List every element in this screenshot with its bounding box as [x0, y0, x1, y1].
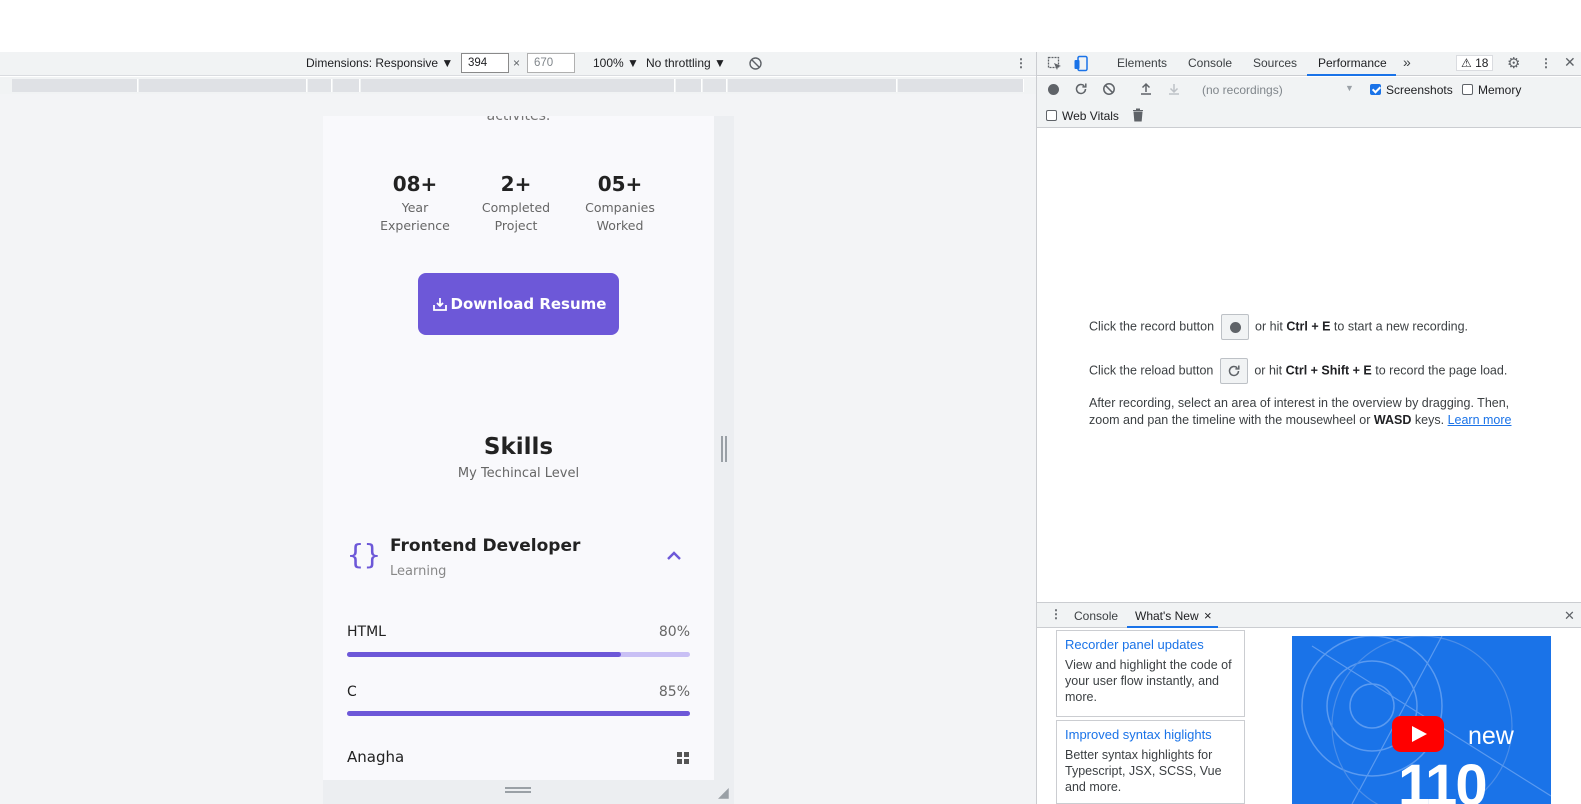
active-tab-indicator [1307, 74, 1396, 76]
stat-label: Worked [596, 218, 644, 233]
tab-performance[interactable]: Performance [1318, 56, 1387, 70]
drawer-active-indicator [1127, 626, 1218, 628]
skill-progress-bar [347, 711, 690, 716]
video-caption-new: new [1468, 722, 1514, 750]
resize-grip-horizontal[interactable] [505, 787, 531, 793]
dimensions-dropdown[interactable]: Dimensions: Responsive ▼ [306, 56, 453, 70]
stat-number: 05+ [597, 172, 643, 196]
skills-title: Skills [483, 434, 554, 460]
stat-experience: 08+ Year Experience [365, 172, 465, 235]
device-toggle-icon[interactable] [1073, 55, 1089, 72]
stat-label: Experience [380, 218, 450, 233]
card-description: View and highlight the code of your user… [1065, 658, 1232, 704]
height-input[interactable] [527, 53, 575, 73]
braces-icon: {} [347, 538, 381, 571]
more-options-icon[interactable]: ⋮ [1015, 56, 1027, 70]
whats-new-video-thumbnail[interactable]: new 110 [1292, 636, 1551, 804]
skill-percent: 85% [658, 684, 690, 700]
chevron-up-icon[interactable] [665, 549, 683, 563]
card-title[interactable]: Improved syntax higlights [1065, 727, 1236, 742]
skill-progress-fill [347, 711, 690, 716]
skill-name: C [347, 684, 357, 700]
screenshots-label: Screenshots [1386, 83, 1453, 97]
skill-percent: 80% [658, 624, 690, 640]
skill-name: HTML [347, 624, 386, 640]
menu-grid-icon[interactable] [677, 752, 689, 764]
memory-checkbox[interactable]: Memory [1462, 83, 1521, 97]
settings-gear-icon[interactable]: ⚙ [1507, 54, 1520, 72]
width-input[interactable] [461, 53, 509, 73]
devtools-menu-icon[interactable]: ⋮ [1540, 56, 1552, 70]
record-button-hint[interactable] [1220, 314, 1249, 340]
footer-logo-text[interactable]: Anagha [347, 748, 404, 766]
tab-sources[interactable]: Sources [1253, 56, 1297, 70]
record-icon[interactable] [1048, 84, 1059, 95]
trash-icon[interactable] [1132, 108, 1144, 122]
youtube-play-icon[interactable] [1392, 716, 1444, 752]
skill-progress-fill [347, 652, 622, 657]
download-profile-icon[interactable] [1167, 82, 1181, 96]
upload-icon[interactable] [1139, 82, 1153, 96]
close-devtools-icon[interactable]: ✕ [1564, 54, 1576, 71]
whats-new-card[interactable]: Recorder panel updates View and highligh… [1056, 630, 1245, 717]
webvitals-checkbox[interactable]: Web Vitals [1046, 109, 1119, 123]
download-resume-button[interactable]: Download Resume [418, 273, 619, 335]
recordings-dropdown-arrow[interactable]: ▼ [1345, 83, 1354, 93]
skill-progress-bar [347, 652, 690, 657]
inspect-element-icon[interactable] [1047, 56, 1063, 72]
webvitals-label: Web Vitals [1062, 109, 1119, 123]
devtools-panel: Elements Console Sources Performance » ⚠… [1036, 52, 1581, 804]
media-query-ruler[interactable] [0, 77, 1036, 94]
download-icon [432, 298, 447, 311]
resize-corner-icon[interactable]: ◢ [718, 784, 729, 801]
stat-label: Year [401, 200, 429, 215]
drawer-tab-whats-new[interactable]: What's New [1135, 609, 1199, 623]
reload-instruction: Click the reload button or hit Ctrl + Sh… [1089, 358, 1507, 384]
more-tabs-icon[interactable]: » [1403, 54, 1411, 70]
clear-icon[interactable] [1102, 82, 1116, 96]
throttling-dropdown[interactable]: No throttling ▼ [646, 56, 726, 70]
about-text: activites. [486, 116, 551, 124]
memory-label: Memory [1478, 83, 1522, 97]
devtools-tabbar: Elements Console Sources Performance » ⚠… [1037, 52, 1581, 76]
close-drawer-icon[interactable]: ✕ [1564, 608, 1575, 624]
performance-toolbar: (no recordings) ▼ Screenshots Memory Web… [1037, 77, 1581, 128]
stat-label: Companies [585, 200, 655, 215]
skills-subtitle: My Techincal Level [457, 466, 580, 481]
resize-grip-vertical[interactable] [721, 436, 727, 462]
stat-number: 2+ [500, 172, 532, 196]
card-description: Better syntax highlights for Typescript,… [1065, 748, 1222, 794]
stat-label: Completed [481, 200, 551, 215]
mobile-viewport: activites. 08+ Year Experience 2+ Complet… [323, 116, 714, 780]
download-label: Download Resume [450, 295, 607, 313]
skill-group-title[interactable]: Frontend Developer [390, 536, 580, 556]
reload-button-hint[interactable] [1219, 358, 1248, 384]
record-instruction: Click the record button or hit Ctrl + E … [1089, 314, 1468, 340]
tab-console[interactable]: Console [1188, 56, 1232, 70]
learn-more-link[interactable]: Learn more [1448, 413, 1512, 427]
tab-elements[interactable]: Elements [1117, 56, 1167, 70]
recordings-select[interactable]: (no recordings) [1202, 83, 1283, 97]
stat-number: 08+ [392, 172, 438, 196]
times-sign: × [513, 56, 521, 70]
screenshots-checkbox[interactable]: Screenshots [1370, 83, 1453, 97]
stat-label: Project [494, 218, 538, 233]
reload-record-icon[interactable] [1074, 82, 1088, 96]
zoom-dropdown[interactable]: 100% ▼ [593, 56, 639, 70]
warnings-badge[interactable]: ⚠ 18 [1456, 55, 1494, 71]
drawer-tabbar: ⋮ Console What's New × ✕ [1037, 602, 1581, 628]
close-tab-icon[interactable]: × [1204, 608, 1212, 623]
video-version-number: 110 [1398, 753, 1488, 804]
drawer-menu-icon[interactable]: ⋮ [1050, 607, 1062, 621]
top-blank-area [0, 0, 1581, 52]
stat-projects: 2+ Completed Project [466, 172, 566, 235]
stat-companies: 05+ Companies Worked [570, 172, 670, 235]
card-title[interactable]: Recorder panel updates [1065, 637, 1236, 652]
rotate-icon[interactable] [748, 56, 763, 71]
recording-help-text: After recording, select an area of inter… [1089, 396, 1512, 427]
device-toolbar: Dimensions: Responsive ▼ × 100% ▼ No thr… [0, 52, 1036, 76]
whats-new-card[interactable]: Improved syntax higlights Better syntax … [1056, 720, 1245, 804]
drawer-tab-console[interactable]: Console [1074, 609, 1118, 623]
skill-group-subtitle: Learning [390, 564, 447, 579]
